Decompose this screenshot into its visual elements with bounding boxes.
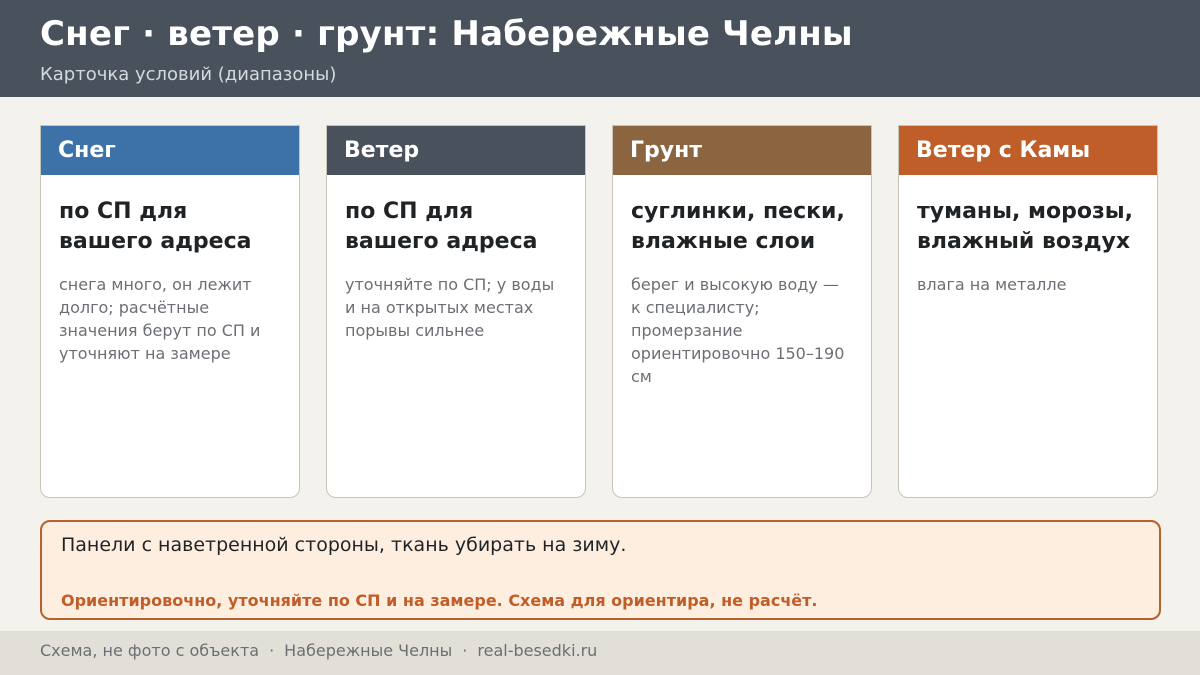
footer-disclaimer: Схема, не фото с объекта [40, 641, 260, 660]
card-kama-wind-note: влага на металле [917, 275, 1067, 294]
card-wind-note: уточняйте по СП; у воды и на открытых ме… [345, 275, 555, 340]
page-header: Снег · ветер · грунт: Набережные Челны К… [0, 0, 1200, 97]
card-soil-note: берег и высокую воду — к специалисту; пр… [631, 275, 845, 386]
notice-text: Панели с наветренной стороны, ткань убир… [61, 534, 627, 556]
page-footer: Схема, не фото с объекта · Набережные Челн… [0, 631, 1200, 675]
footer-separator: · [462, 641, 468, 660]
card-soil-header: Грунт [613, 126, 871, 175]
card-wind-header: Ветер [327, 126, 585, 175]
card-snow: Снег по СП для вашего адреса снега много… [40, 125, 300, 498]
page-subtitle: Карточка условий (диапазоны) [40, 64, 337, 85]
card-wind-main: по СП для вашего адреса [345, 199, 538, 254]
card-kama-wind: Ветер с Камы туманы, морозы, влажный воз… [898, 125, 1158, 498]
footer-city: Набережные Челны [284, 641, 453, 660]
footer-separator: · [269, 641, 275, 660]
card-wind: Ветер по СП для вашего адреса уточняйте … [326, 125, 586, 498]
footer-row: Схема, не фото с объекта · Набережные Челн… [40, 641, 597, 660]
footer-site-link[interactable]: real-besedki.ru [477, 641, 597, 660]
notice-box: Панели с наветренной стороны, ткань убир… [40, 520, 1161, 620]
card-soil: Грунт суглинки, пески, влажные слои бере… [612, 125, 872, 498]
card-snow-header: Снег [41, 126, 299, 175]
card-snow-note: снега много, он лежит долго; расчётные з… [59, 275, 261, 363]
card-snow-main: по СП для вашего адреса [59, 199, 252, 254]
page-title: Снег · ветер · грунт: Набережные Челны [40, 14, 853, 54]
card-soil-main: суглинки, пески, влажные слои [631, 199, 845, 254]
card-kama-wind-main: туманы, морозы, влажный воздух [917, 199, 1134, 254]
card-kama-wind-header: Ветер с Камы [899, 126, 1157, 175]
notice-warning: Ориентировочно, уточняйте по СП и на зам… [61, 591, 818, 610]
